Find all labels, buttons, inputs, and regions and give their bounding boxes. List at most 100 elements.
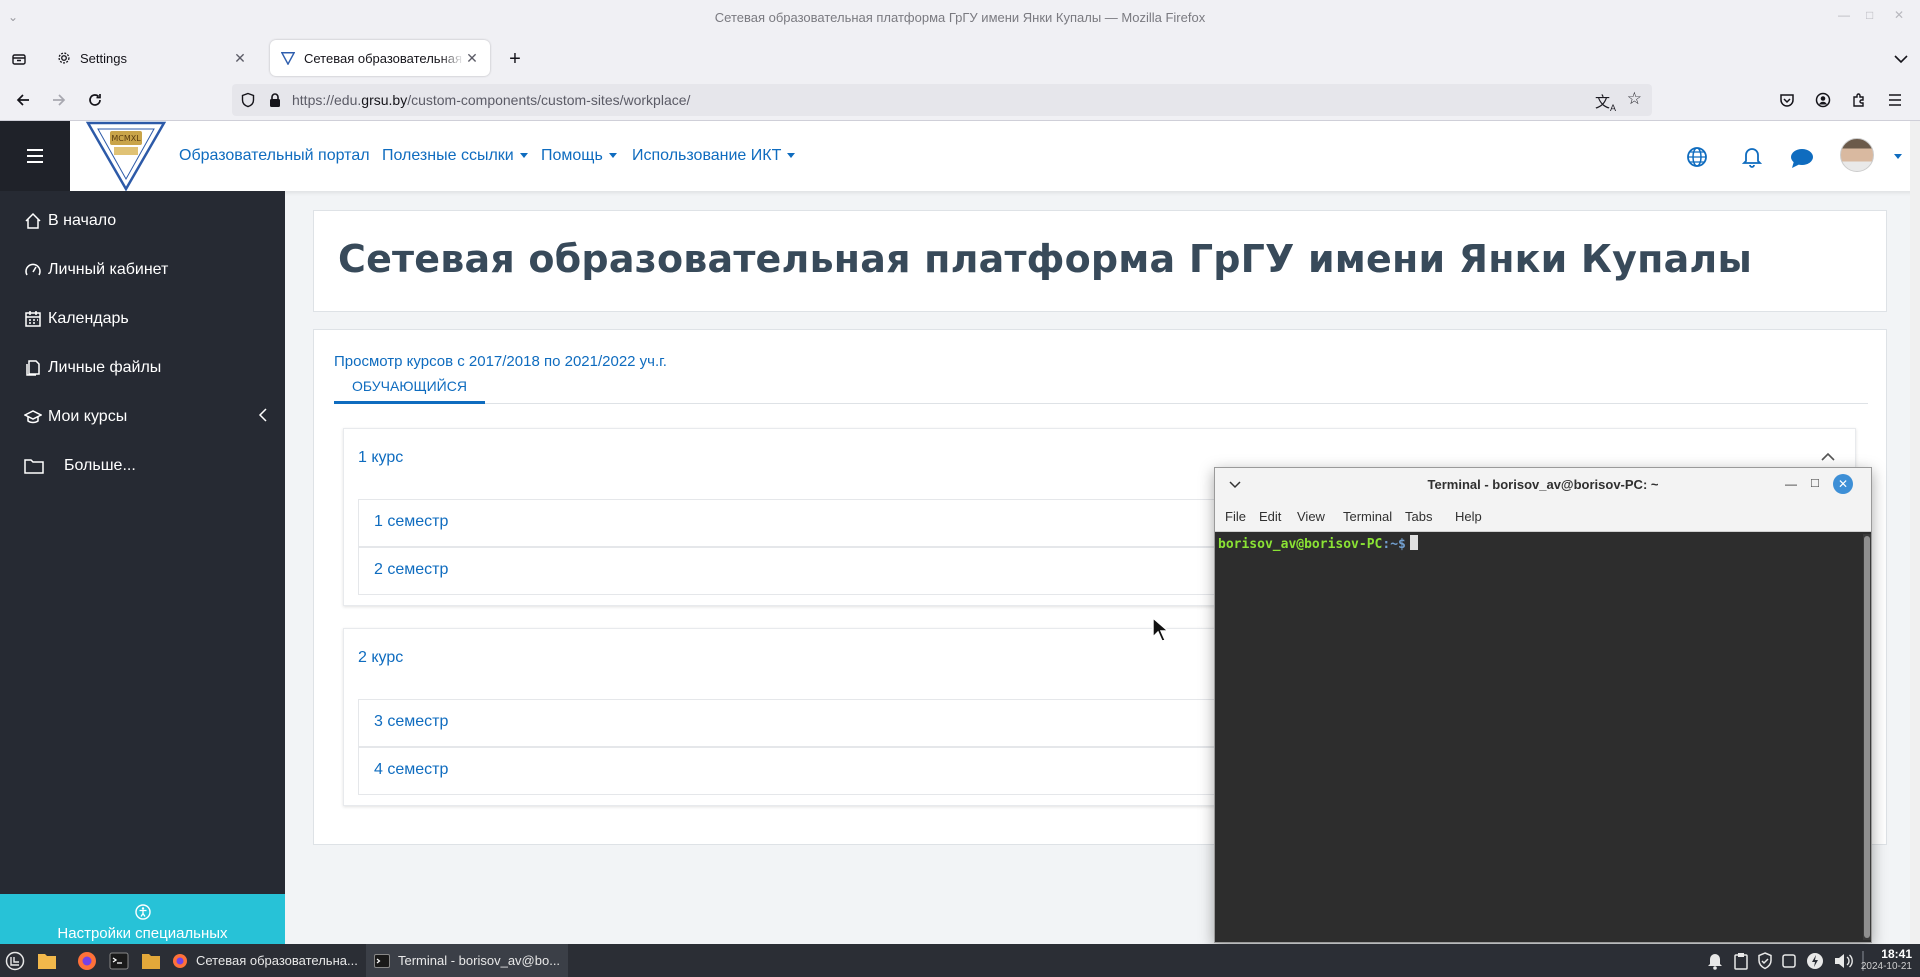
file-manager-icon[interactable] (36, 950, 58, 972)
terminal-launcher-icon[interactable] (108, 950, 130, 972)
terminal-icon (374, 953, 390, 968)
nav-dropdown-useful-links[interactable]: Полезные ссылки (382, 147, 528, 165)
menu-view[interactable]: View (1297, 509, 1325, 524)
menu-terminal[interactable]: Terminal (1343, 509, 1392, 524)
tab-student[interactable]: ОБУЧАЮЩИЙСЯ (334, 374, 485, 404)
close-icon[interactable]: ✕ (1894, 8, 1904, 22)
terminal-menubar: File Edit View Terminal Tabs Help (1215, 502, 1871, 532)
new-tab-icon[interactable]: + (504, 48, 526, 70)
accessibility-settings-button[interactable]: Настройки специальных (0, 894, 285, 944)
pocket-icon[interactable] (1776, 89, 1798, 111)
user-avatar[interactable] (1840, 138, 1874, 172)
notifications-bell-icon[interactable] (1741, 146, 1763, 171)
clipboard-tray-icon[interactable] (1730, 950, 1752, 972)
shield-tray-icon[interactable] (1754, 950, 1776, 972)
terminal-window[interactable]: Terminal - borisov_av@borisov-PC: ~ — □ … (1214, 467, 1872, 943)
app-menu-icon[interactable] (1884, 89, 1906, 111)
window-titlebar: ⌄ Сетевая образовательная платформа ГрГУ… (0, 0, 1920, 36)
chevron-up-icon[interactable] (1821, 449, 1835, 465)
drawer-item-label: Календарь (48, 310, 129, 327)
task-terminal[interactable]: Terminal - borisov_av@bo... (366, 944, 568, 977)
close-icon[interactable]: ✕ (1833, 474, 1853, 494)
drawer-item-more[interactable]: Больше... (24, 454, 136, 478)
minimize-icon[interactable]: — (1838, 8, 1850, 22)
url-bar[interactable]: https://edu.grsu.by/custom-components/cu… (232, 84, 1652, 116)
mouse-cursor-icon (1152, 616, 1170, 646)
language-globe-icon[interactable] (1686, 146, 1708, 171)
menu-tabs[interactable]: Tabs (1405, 509, 1432, 524)
prompt-path: :~$ (1382, 537, 1406, 552)
chevron-left-icon[interactable] (258, 408, 268, 427)
forward-icon[interactable] (48, 89, 70, 111)
nav-dropdown-ict[interactable]: Использование ИКТ (632, 147, 796, 165)
page-scrollbar[interactable] (1910, 121, 1920, 191)
drawer-item-label: Больше... (64, 457, 136, 474)
firefox-icon[interactable] (76, 950, 98, 972)
drawer-toggle-button[interactable] (0, 121, 70, 191)
terminal-output[interactable]: borisov_av@borisov-PC:~$ (1215, 532, 1863, 942)
close-icon[interactable]: ✕ (232, 50, 248, 67)
messages-chat-icon[interactable] (1790, 147, 1814, 172)
reload-icon[interactable] (84, 89, 106, 111)
site-favicon-icon (280, 50, 296, 66)
site-logo[interactable]: MCMXL (84, 121, 168, 192)
caret-down-icon[interactable] (1894, 154, 1902, 159)
display-tray-icon[interactable] (1778, 950, 1800, 972)
navigation-toolbar: https://edu.grsu.by/custom-components/cu… (0, 80, 1920, 120)
folder-launcher-icon[interactable] (140, 950, 162, 972)
drawer-item-dashboard[interactable]: Личный кабинет (24, 258, 168, 282)
home-icon (24, 212, 46, 230)
year-heading[interactable]: 1 курс (358, 449, 403, 467)
nav-dropdown-help[interactable]: Помощь (541, 147, 617, 165)
menu-file[interactable]: File (1225, 509, 1246, 524)
terminal-titlebar[interactable]: Terminal - borisov_av@borisov-PC: ~ — □ … (1215, 468, 1871, 502)
notifications-tray-icon[interactable] (1704, 950, 1726, 972)
drawer-item-files[interactable]: Личные файлы (24, 356, 161, 380)
page-header-card: Сетевая образовательная платформа ГрГУ и… (313, 210, 1887, 312)
tracking-protection-icon[interactable] (240, 92, 256, 111)
prompt-user: borisov_av@borisov-PC (1218, 537, 1383, 552)
maximize-icon[interactable]: □ (1811, 475, 1819, 490)
list-tabs-icon[interactable] (1890, 48, 1912, 70)
task-firefox[interactable]: Сетевая образовательна... (164, 944, 366, 977)
maximize-icon[interactable]: □ (1866, 8, 1873, 22)
taskbar: Сетевая образовательна... Terminal - bor… (0, 944, 1920, 977)
nav-drawer: В начало Личный кабинет Календарь Личные… (0, 191, 285, 944)
start-menu-icon[interactable] (4, 950, 26, 972)
url-text[interactable]: https://edu.grsu.by/custom-components/cu… (292, 92, 690, 108)
account-icon[interactable] (1812, 89, 1834, 111)
dashboard-icon (24, 261, 46, 279)
drawer-item-home[interactable]: В начало (24, 209, 116, 233)
drawer-item-my-courses[interactable]: Мои курсы (24, 405, 267, 429)
scrollbar-thumb[interactable] (1864, 536, 1870, 938)
accessibility-icon (0, 904, 285, 923)
minimize-icon[interactable]: — (1785, 477, 1797, 491)
accessibility-label: Настройки специальных (57, 925, 228, 942)
role-tabs: ОБУЧАЮЩИЙСЯ (334, 374, 1868, 404)
year-heading[interactable]: 2 курс (358, 649, 403, 667)
tab-edu-grsu[interactable]: Сетевая образовательная платформа ГрГУ и… (270, 40, 490, 76)
page-title: Сетевая образовательная платформа ГрГУ и… (338, 237, 1753, 281)
drawer-item-label: Личные файлы (48, 359, 162, 376)
menu-help[interactable]: Help (1455, 509, 1482, 524)
courses-archive-link[interactable]: Просмотр курсов с 2017/2018 по 2021/2022… (334, 353, 667, 370)
caret-down-icon (608, 153, 617, 159)
page-scrollbar[interactable] (1910, 191, 1920, 944)
power-tray-icon[interactable] (1804, 950, 1826, 972)
close-icon[interactable]: ✕ (464, 50, 480, 67)
tab-settings[interactable]: Settings ✕ (46, 40, 258, 76)
drawer-item-calendar[interactable]: Календарь (24, 307, 129, 331)
files-icon (24, 359, 46, 377)
lock-icon[interactable] (268, 92, 282, 111)
nav-link-educational-portal[interactable]: Образовательный портал (179, 147, 370, 165)
menu-edit[interactable]: Edit (1259, 509, 1281, 524)
volume-tray-icon[interactable] (1832, 950, 1854, 972)
clock[interactable]: 18:41 2024-10-21 (1861, 947, 1912, 972)
firefox-view-icon[interactable] (8, 48, 30, 70)
terminal-scrollbar[interactable] (1863, 534, 1871, 940)
bookmark-star-icon[interactable]: ☆ (1627, 89, 1642, 109)
translate-icon[interactable]: 文A (1595, 91, 1616, 113)
back-icon[interactable] (12, 89, 34, 111)
extensions-icon[interactable] (1848, 89, 1870, 111)
task-label: Terminal - borisov_av@bo... (398, 953, 561, 968)
